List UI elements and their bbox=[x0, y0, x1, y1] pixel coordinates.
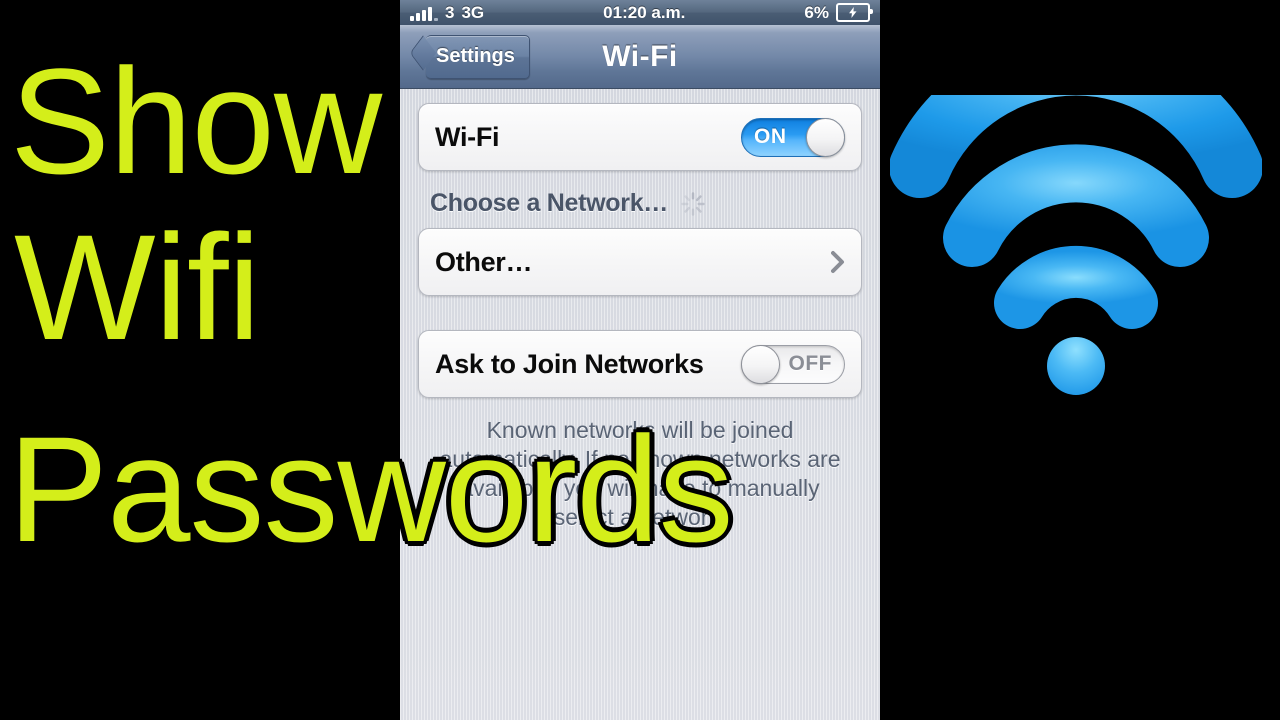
title-line-1: Show bbox=[10, 37, 382, 205]
lightning-bolt-icon bbox=[849, 7, 857, 18]
navigation-bar: Wi-Fi Settings bbox=[400, 25, 880, 89]
wifi-row-label: Wi-Fi bbox=[435, 121, 500, 152]
wifi-logo bbox=[890, 95, 1262, 395]
choose-network-label: Choose a Network… bbox=[430, 189, 669, 217]
ask-to-join-toggle-knob[interactable] bbox=[741, 344, 780, 384]
iphone-screen: 3 3G 01:20 a.m. 6% Wi-Fi Settings Wi-Fi … bbox=[400, 0, 880, 720]
wifi-toggle-state-label: ON bbox=[754, 125, 787, 148]
back-button-settings[interactable]: Settings bbox=[426, 34, 530, 79]
wifi-toggle[interactable]: ON bbox=[741, 117, 845, 157]
battery-percent-label: 6% bbox=[804, 2, 829, 22]
status-bar: 3 3G 01:20 a.m. 6% bbox=[400, 0, 880, 25]
ask-to-join-label: Ask to Join Networks bbox=[435, 348, 704, 379]
wifi-group: Wi-Fi ON bbox=[418, 103, 862, 171]
choose-network-header: Choose a Network… bbox=[418, 171, 862, 228]
network-row-label: Other… bbox=[435, 246, 533, 277]
title-line-2: Wifi bbox=[14, 203, 261, 371]
battery-charging-icon bbox=[836, 3, 873, 22]
network-type-label: 3G bbox=[461, 2, 485, 22]
status-bar-clock: 01:20 a.m. bbox=[603, 2, 686, 22]
loading-spinner-icon bbox=[681, 191, 705, 216]
ask-to-join-row[interactable]: Ask to Join Networks OFF bbox=[419, 331, 861, 397]
status-bar-left: 3 3G bbox=[410, 3, 484, 23]
wifi-row[interactable]: Wi-Fi ON bbox=[419, 104, 861, 170]
signal-strength-icon bbox=[410, 6, 438, 23]
wifi-dot bbox=[1047, 337, 1105, 395]
ask-to-join-footer-note: Known networks will be joined automatica… bbox=[439, 417, 841, 530]
wifi-toggle-knob[interactable] bbox=[806, 117, 845, 157]
network-row-other[interactable]: Other… bbox=[419, 229, 861, 295]
carrier-label: 3 bbox=[445, 2, 455, 22]
ask-to-join-group: Ask to Join Networks OFF bbox=[418, 330, 862, 398]
ask-to-join-toggle-state-label: OFF bbox=[788, 352, 832, 375]
chevron-right-icon bbox=[831, 251, 844, 273]
wifi-arc-middle bbox=[943, 144, 1209, 267]
wifi-arc-inner bbox=[994, 245, 1158, 329]
status-bar-right: 6% bbox=[804, 2, 873, 23]
back-button-label: Settings bbox=[436, 45, 515, 67]
settings-content: Wi-Fi ON Choose a Network… Other… Ask to… bbox=[400, 89, 880, 532]
network-list-group: Other… bbox=[418, 228, 862, 296]
ask-to-join-toggle[interactable]: OFF bbox=[741, 344, 845, 384]
